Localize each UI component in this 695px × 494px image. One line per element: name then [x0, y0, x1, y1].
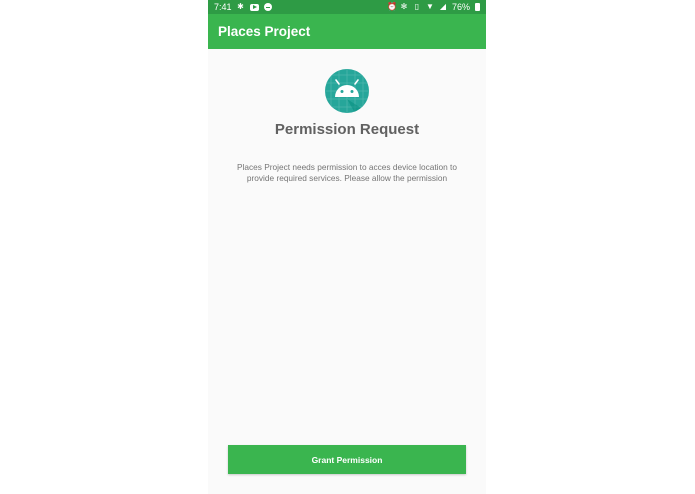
status-left: 7:41 ✱ — [214, 2, 272, 12]
phone-screen: 7:41 ✱ ⏰ ✻ ▯ ▼ ◢ 76% Places Project Perm… — [208, 0, 486, 494]
status-time: 7:41 — [214, 2, 232, 12]
app-title: Places Project — [218, 24, 311, 39]
grant-permission-button[interactable]: Grant Permission — [228, 445, 466, 474]
signal-icon: ◢ — [439, 2, 447, 11]
wifi-icon: ▼ — [426, 2, 434, 11]
messenger-icon — [263, 3, 272, 11]
battery-icon — [475, 3, 480, 11]
alarm-icon: ⏰ — [386, 2, 397, 11]
permission-message: Places Project needs permission to acces… — [237, 162, 457, 183]
page-title: Permission Request — [274, 121, 420, 138]
app-bar: Places Project — [208, 14, 486, 49]
battery-percent: 76% — [451, 2, 470, 12]
android-icon — [325, 69, 369, 113]
youtube-icon — [249, 3, 259, 11]
vibrate-icon: ▯ — [414, 2, 420, 11]
status-bar: 7:41 ✱ ⏰ ✻ ▯ ▼ ◢ 76% — [208, 0, 486, 14]
grant-permission-label: Grant Permission — [311, 454, 383, 465]
slack-icon: ✱ — [237, 2, 244, 11]
status-right: ⏰ ✻ ▯ ▼ ◢ 76% — [387, 2, 480, 12]
bluetooth-icon: ✻ — [400, 2, 408, 11]
